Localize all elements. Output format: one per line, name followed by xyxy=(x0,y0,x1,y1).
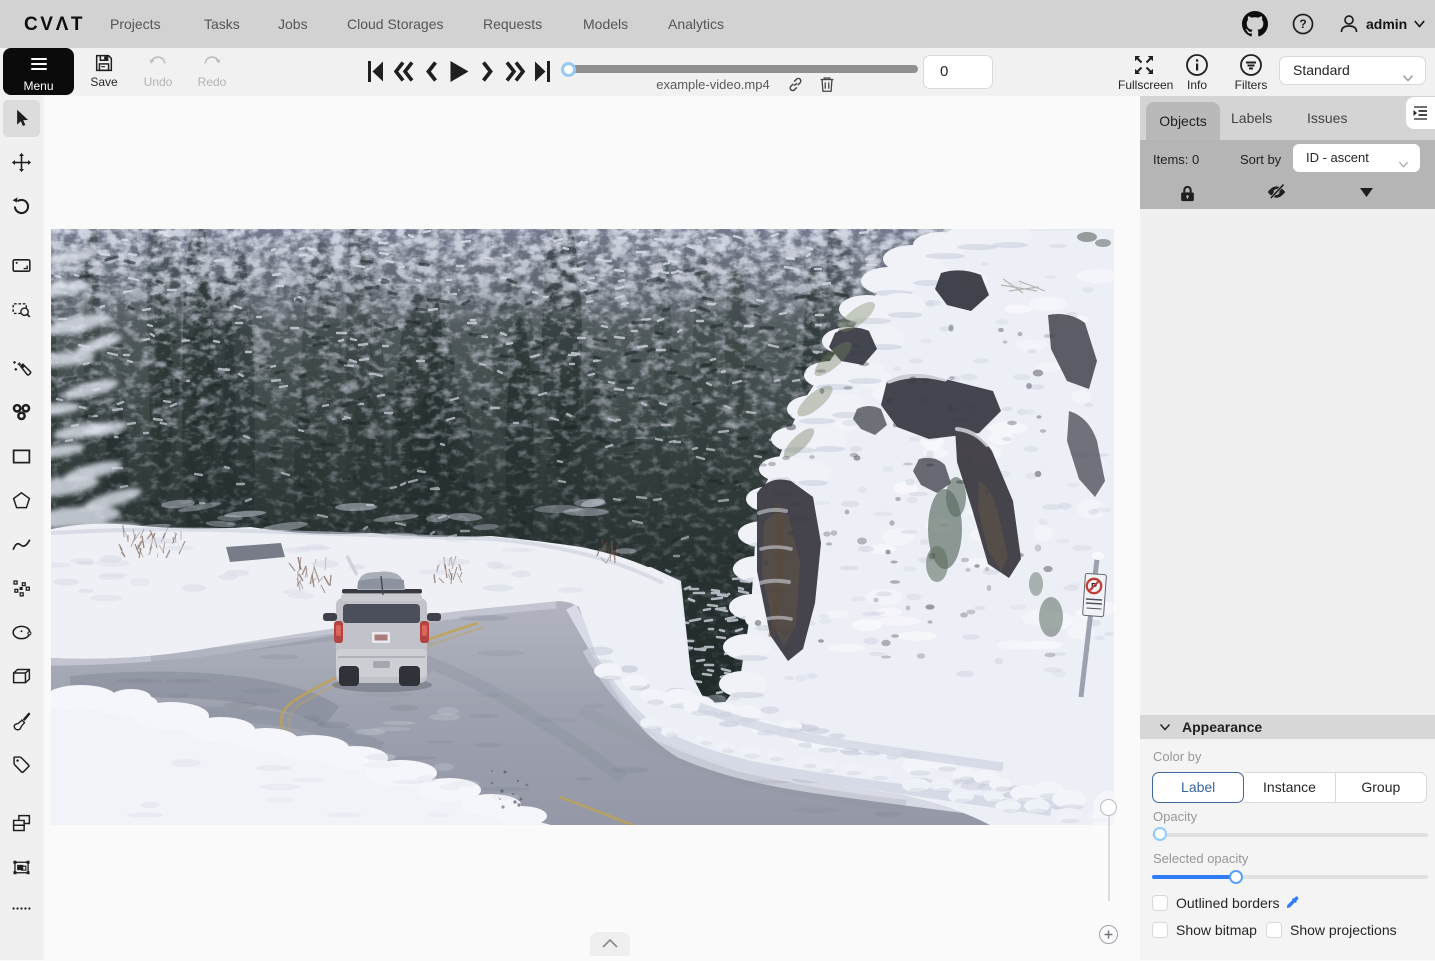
svg-text:?: ? xyxy=(1299,17,1306,31)
